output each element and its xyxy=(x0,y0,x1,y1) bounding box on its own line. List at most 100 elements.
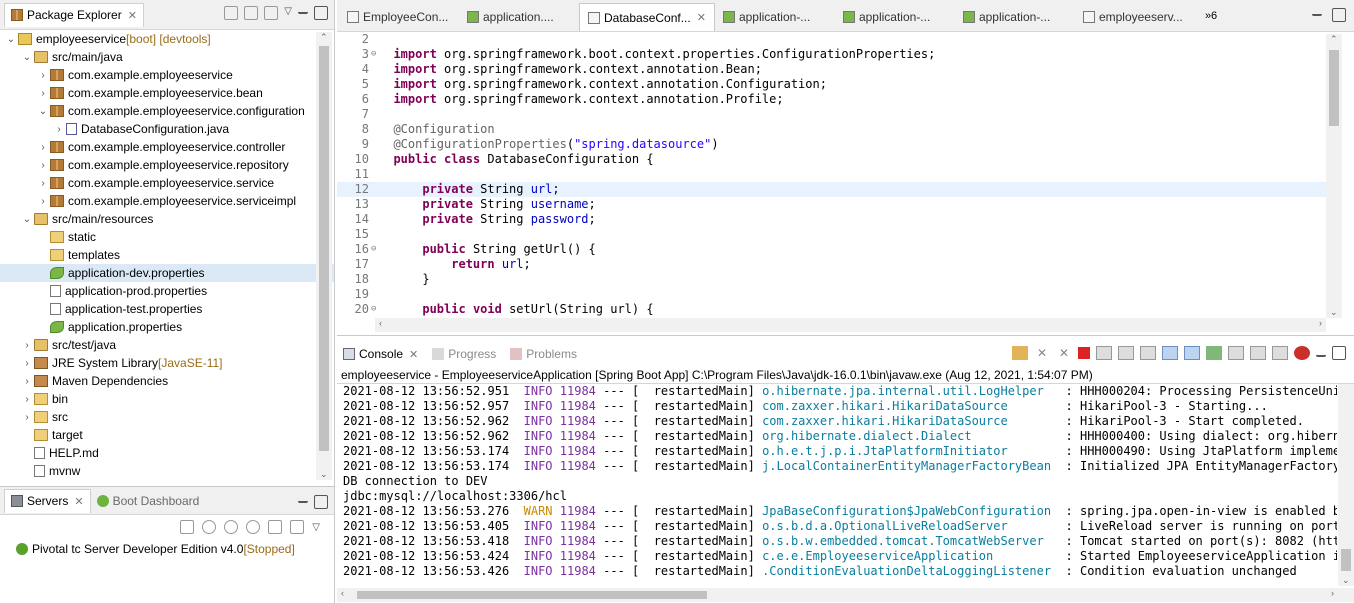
chevron-right-icon[interactable]: › xyxy=(20,358,34,369)
open-console-icon[interactable] xyxy=(1250,346,1266,360)
clear-console-icon[interactable] xyxy=(1096,346,1112,360)
chevron-right-icon[interactable]: › xyxy=(36,142,50,153)
editor-tab[interactable]: application-... xyxy=(955,3,1075,31)
tree-item[interactable]: ⌄ com.example.employeeservice.configurati… xyxy=(0,102,334,120)
tab-problems[interactable]: Problems xyxy=(510,347,577,361)
chevron-down-icon[interactable]: ⌄ xyxy=(20,52,34,63)
tree-item[interactable]: ⌄ src/main/java xyxy=(0,48,334,66)
tree-item[interactable]: › com.example.employeeservice.repository xyxy=(0,156,334,174)
profile-server-icon[interactable] xyxy=(246,520,261,534)
maximize-icon[interactable] xyxy=(314,6,328,20)
fold-toggle-icon[interactable]: ⊖ xyxy=(371,47,379,62)
minimize-icon[interactable] xyxy=(298,6,308,14)
tab-boot-dashboard[interactable]: Boot Dashboard xyxy=(91,489,206,513)
code-editor[interactable]: 2 3 ⊖ import org.springframework.boot.con… xyxy=(337,32,1327,318)
tree-item[interactable]: ⌄ src/main/resources xyxy=(0,210,334,228)
tree-item[interactable]: application-dev.properties xyxy=(0,264,334,282)
console-output[interactable]: 2021-08-12 13:56:52.951 INFO 11984 --- [… xyxy=(337,384,1337,586)
publish-icon[interactable] xyxy=(290,520,305,534)
close-icon[interactable]: ✕ xyxy=(74,495,83,508)
server-row[interactable]: Pivotal tc Server Developer Edition v4.0… xyxy=(0,539,334,559)
link-with-editor-icon[interactable] xyxy=(244,6,259,20)
maximize-icon[interactable] xyxy=(1332,346,1346,360)
tree-item[interactable]: application-prod.properties xyxy=(0,282,334,300)
minimize-icon[interactable] xyxy=(298,495,308,503)
view-menu-icon[interactable]: ▽ xyxy=(284,6,292,20)
maximize-icon[interactable] xyxy=(1332,8,1346,22)
tree-item[interactable]: › com.example.employeeservice.serviceimpl xyxy=(0,192,334,210)
tree-item[interactable]: templates xyxy=(0,246,334,264)
chevron-right-icon[interactable]: › xyxy=(36,88,50,99)
tab-progress[interactable]: Progress xyxy=(432,347,496,361)
explorer-vertical-scrollbar[interactable]: ⌃ ⌄ xyxy=(316,32,332,480)
console-vertical-scrollbar[interactable]: ⌄ xyxy=(1338,384,1354,586)
chevron-right-icon[interactable]: › xyxy=(20,412,34,423)
filter-icon[interactable] xyxy=(264,6,279,20)
minimize-icon[interactable] xyxy=(1312,8,1322,16)
tab-overflow-indicator[interactable]: »6 xyxy=(1205,10,1217,22)
close-icon[interactable]: ✕ xyxy=(128,9,137,22)
chevron-right-icon[interactable]: › xyxy=(36,70,50,81)
chevron-right-icon[interactable]: › xyxy=(36,178,50,189)
start-server-icon[interactable] xyxy=(224,520,239,534)
view-menu-icon[interactable]: ▽ xyxy=(312,522,320,533)
chevron-right-icon[interactable]: › xyxy=(20,376,34,387)
tree-item[interactable]: › JRE System Library [JavaSE-11] xyxy=(0,354,334,372)
tree-item[interactable]: application.properties xyxy=(0,318,334,336)
tree-item[interactable]: › src/test/java xyxy=(0,336,334,354)
terminate-icon[interactable] xyxy=(1078,347,1090,359)
tree-item[interactable]: ⌄ employeeservice [boot] [devtools] xyxy=(0,30,334,48)
stop-server-icon[interactable] xyxy=(268,520,283,534)
tree-item[interactable]: › DatabaseConfiguration.java xyxy=(0,120,334,138)
chevron-right-icon[interactable]: › xyxy=(36,160,50,171)
spring-icon[interactable] xyxy=(1294,346,1310,360)
relaunch-icon[interactable] xyxy=(1012,346,1028,360)
remove-all-terminated-icon[interactable]: ✕ xyxy=(1056,346,1072,360)
scroll-lock-icon[interactable] xyxy=(1118,346,1134,360)
close-icon[interactable]: ✕ xyxy=(409,348,418,361)
chevron-down-icon[interactable]: ⌄ xyxy=(4,34,18,45)
tree-item[interactable]: static xyxy=(0,228,334,246)
editor-tab[interactable]: DatabaseConf... ✕ xyxy=(579,3,715,31)
show-on-error-icon[interactable] xyxy=(1184,346,1200,360)
minimize-icon[interactable] xyxy=(1316,349,1326,357)
editor-tab[interactable]: application-... xyxy=(715,3,835,31)
tree-item[interactable]: › com.example.employeeservice.controller xyxy=(0,138,334,156)
maximize-icon[interactable] xyxy=(314,495,328,509)
tree-item[interactable]: › com.example.employeeservice xyxy=(0,66,334,84)
tree-item[interactable]: › bin xyxy=(0,390,334,408)
pin-console-icon[interactable] xyxy=(1206,346,1222,360)
chevron-right-icon[interactable]: › xyxy=(20,394,34,405)
fold-toggle-icon[interactable]: ⊖ xyxy=(371,242,379,257)
word-wrap-icon[interactable] xyxy=(1140,346,1156,360)
fold-toggle-icon[interactable]: ⊖ xyxy=(371,302,379,317)
tree-item[interactable]: HELP.md xyxy=(0,444,334,462)
chevron-right-icon[interactable]: › xyxy=(52,124,66,135)
tree-item[interactable]: mvnw xyxy=(0,462,334,480)
tree-item[interactable]: › com.example.employeeservice.service xyxy=(0,174,334,192)
copy-icon[interactable] xyxy=(1272,346,1288,360)
tree-item[interactable]: › Maven Dependencies xyxy=(0,372,334,390)
tree-item[interactable]: application-test.properties xyxy=(0,300,334,318)
tab-servers[interactable]: Servers ✕ xyxy=(4,488,91,513)
editor-horizontal-scrollbar[interactable]: ‹ › xyxy=(375,318,1326,332)
tab-package-explorer[interactable]: Package Explorer ✕ xyxy=(4,2,144,27)
remove-launch-icon[interactable]: ✕ xyxy=(1034,346,1050,360)
tree-item[interactable]: › com.example.employeeservice.bean xyxy=(0,84,334,102)
collapse-all-icon[interactable] xyxy=(224,6,239,20)
display-selected-console-icon[interactable] xyxy=(1228,346,1244,360)
editor-tab[interactable]: employeeserv... xyxy=(1075,3,1195,31)
tree-item[interactable]: target xyxy=(0,426,334,444)
debug-server-icon[interactable] xyxy=(202,520,217,534)
tree-item[interactable]: › src xyxy=(0,408,334,426)
show-on-output-icon[interactable] xyxy=(1162,346,1178,360)
chevron-right-icon[interactable]: › xyxy=(36,196,50,207)
chevron-right-icon[interactable]: › xyxy=(20,340,34,351)
console-horizontal-scrollbar[interactable]: ‹ › xyxy=(337,588,1354,602)
editor-tab[interactable]: EmployeeCon... xyxy=(339,3,459,31)
tab-console[interactable]: Console ✕ xyxy=(343,347,418,361)
editor-tab[interactable]: application-... xyxy=(835,3,955,31)
chevron-down-icon[interactable]: ⌄ xyxy=(36,106,50,117)
collapse-icon[interactable] xyxy=(180,520,195,534)
close-icon[interactable]: ✕ xyxy=(697,11,706,24)
